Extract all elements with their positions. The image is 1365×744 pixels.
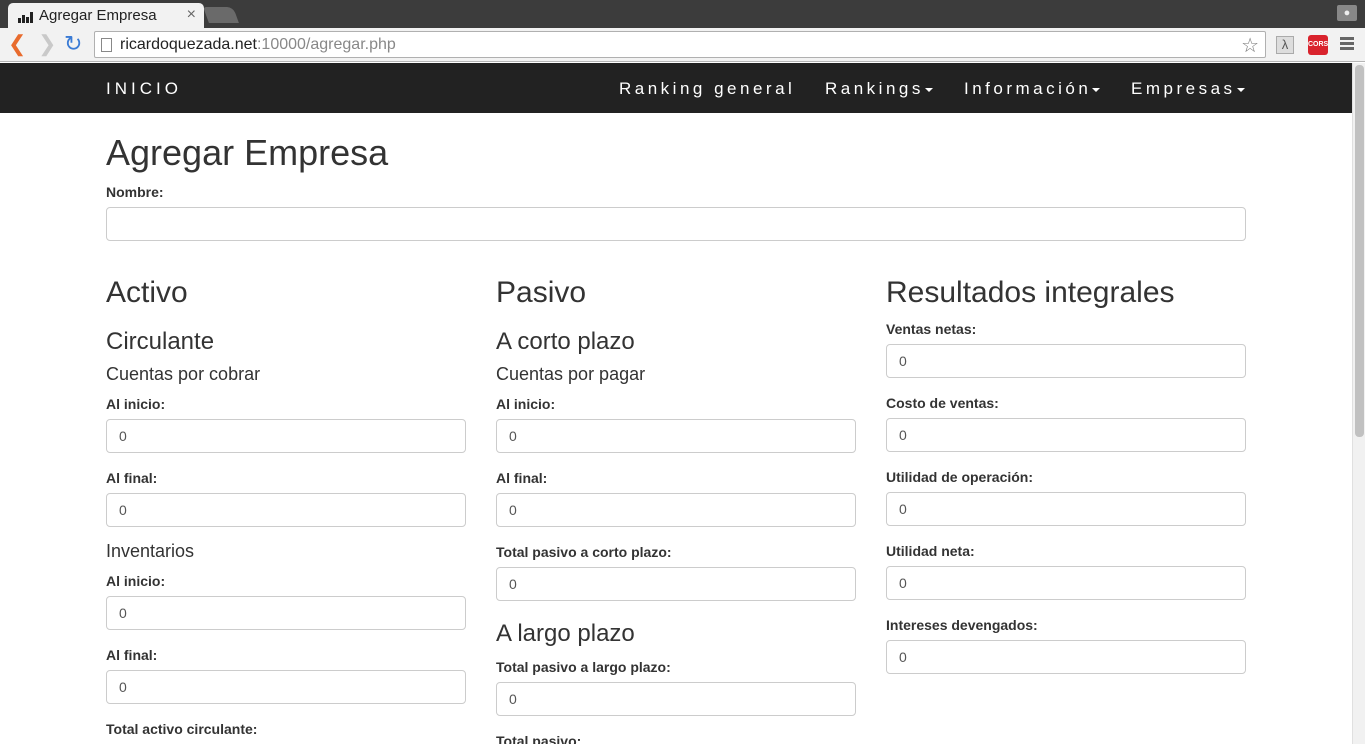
cp-inicio-input[interactable]	[496, 419, 856, 453]
resultados-heading: Resultados integrales	[886, 276, 1175, 309]
utilidad-operacion-label: Utilidad de operación:	[886, 469, 1034, 485]
page-title: Agregar Empresa	[106, 132, 389, 173]
corto-plazo-heading: A corto plazo	[496, 328, 635, 355]
inventarios-heading: Inventarios	[106, 541, 195, 561]
cc-inicio-label: Al inicio:	[106, 396, 166, 412]
browser-tab[interactable]: Agregar Empresa ×	[8, 3, 204, 28]
total-pasivo-largo-label: Total pasivo a largo plazo:	[496, 659, 671, 675]
cp-final-input[interactable]	[496, 493, 856, 527]
user-profile-icon[interactable]: ●	[1337, 5, 1357, 21]
close-icon[interactable]: ×	[187, 6, 196, 24]
lambda-extension-icon[interactable]: λ	[1276, 36, 1294, 54]
cc-inicio-input[interactable]	[106, 419, 466, 453]
brand-link[interactable]: INICIO	[106, 79, 182, 99]
site-navbar: INICIO Ranking general Rankings Informac…	[0, 63, 1352, 113]
nombre-label: Nombre:	[106, 184, 164, 200]
ventas-netas-input[interactable]	[886, 344, 1246, 378]
total-pasivo-largo-input[interactable]	[496, 682, 856, 716]
url-host: ricardoquezada.net	[120, 35, 257, 53]
nav-informacion-label: Información	[964, 79, 1092, 98]
page-scrollbar[interactable]	[1352, 63, 1365, 744]
nav-informacion[interactable]: Información	[964, 79, 1101, 99]
cp-inicio-label: Al inicio:	[496, 396, 556, 412]
cuentas-cobrar-heading: Cuentas por cobrar	[106, 364, 261, 384]
nav-ranking-general[interactable]: Ranking general	[619, 79, 795, 99]
chart-favicon-icon	[18, 9, 34, 23]
page-icon	[101, 37, 112, 52]
total-activo-circulante-label: Total activo circulante:	[106, 721, 258, 737]
url-path: :10000/agregar.php	[256, 35, 396, 53]
nav-rankings-label: Rankings	[825, 79, 924, 98]
inv-final-label: Al final:	[106, 647, 158, 663]
intereses-devengados-input[interactable]	[886, 640, 1246, 674]
tab-title: Agregar Empresa	[39, 7, 157, 24]
scrollbar-thumb[interactable]	[1355, 65, 1364, 437]
pasivo-heading: Pasivo	[496, 276, 587, 309]
bookmark-star-icon[interactable]: ☆	[1241, 33, 1259, 58]
costo-ventas-input[interactable]	[886, 418, 1246, 452]
cuentas-pagar-heading: Cuentas por pagar	[496, 364, 646, 384]
caret-down-icon	[1236, 87, 1245, 92]
cors-extension-icon[interactable]: CORS	[1308, 35, 1328, 55]
new-tab-button[interactable]	[203, 7, 239, 23]
caret-down-icon	[924, 87, 933, 92]
activo-heading: Activo	[106, 276, 188, 309]
total-pasivo-corto-input[interactable]	[496, 567, 856, 601]
reload-icon[interactable]: ↻	[64, 32, 82, 56]
cc-final-label: Al final:	[106, 470, 158, 486]
nav-empresas[interactable]: Empresas	[1131, 79, 1245, 99]
hamburger-menu-icon[interactable]	[1340, 37, 1354, 52]
nav-rankings[interactable]: Rankings	[825, 79, 933, 99]
inv-final-input[interactable]	[106, 670, 466, 704]
inv-inicio-input[interactable]	[106, 596, 466, 630]
cc-final-input[interactable]	[106, 493, 466, 527]
total-pasivo-label: Total pasivo:	[496, 733, 582, 744]
forward-arrow-icon[interactable]: ❯	[38, 32, 56, 56]
caret-down-icon	[1092, 87, 1101, 92]
browser-toolbar: ❮ ❯ ↻ ricardoquezada.net:10000/agregar.p…	[0, 28, 1365, 62]
nombre-input[interactable]	[106, 207, 1246, 241]
utilidad-neta-label: Utilidad neta:	[886, 543, 975, 559]
back-arrow-icon[interactable]: ❮	[8, 32, 26, 56]
costo-ventas-label: Costo de ventas:	[886, 395, 999, 411]
total-pasivo-corto-label: Total pasivo a corto plazo:	[496, 544, 672, 560]
largo-plazo-heading: A largo plazo	[496, 620, 635, 647]
address-bar[interactable]: ricardoquezada.net:10000/agregar.php ☆	[94, 31, 1266, 58]
browser-tabbar: Agregar Empresa × ●	[0, 0, 1365, 28]
utilidad-neta-input[interactable]	[886, 566, 1246, 600]
nav-empresas-label: Empresas	[1131, 79, 1236, 98]
intereses-devengados-label: Intereses devengados:	[886, 617, 1038, 633]
circulante-heading: Circulante	[106, 328, 215, 355]
utilidad-operacion-input[interactable]	[886, 492, 1246, 526]
ventas-netas-label: Ventas netas:	[886, 321, 977, 337]
inv-inicio-label: Al inicio:	[106, 573, 166, 589]
cp-final-label: Al final:	[496, 470, 548, 486]
